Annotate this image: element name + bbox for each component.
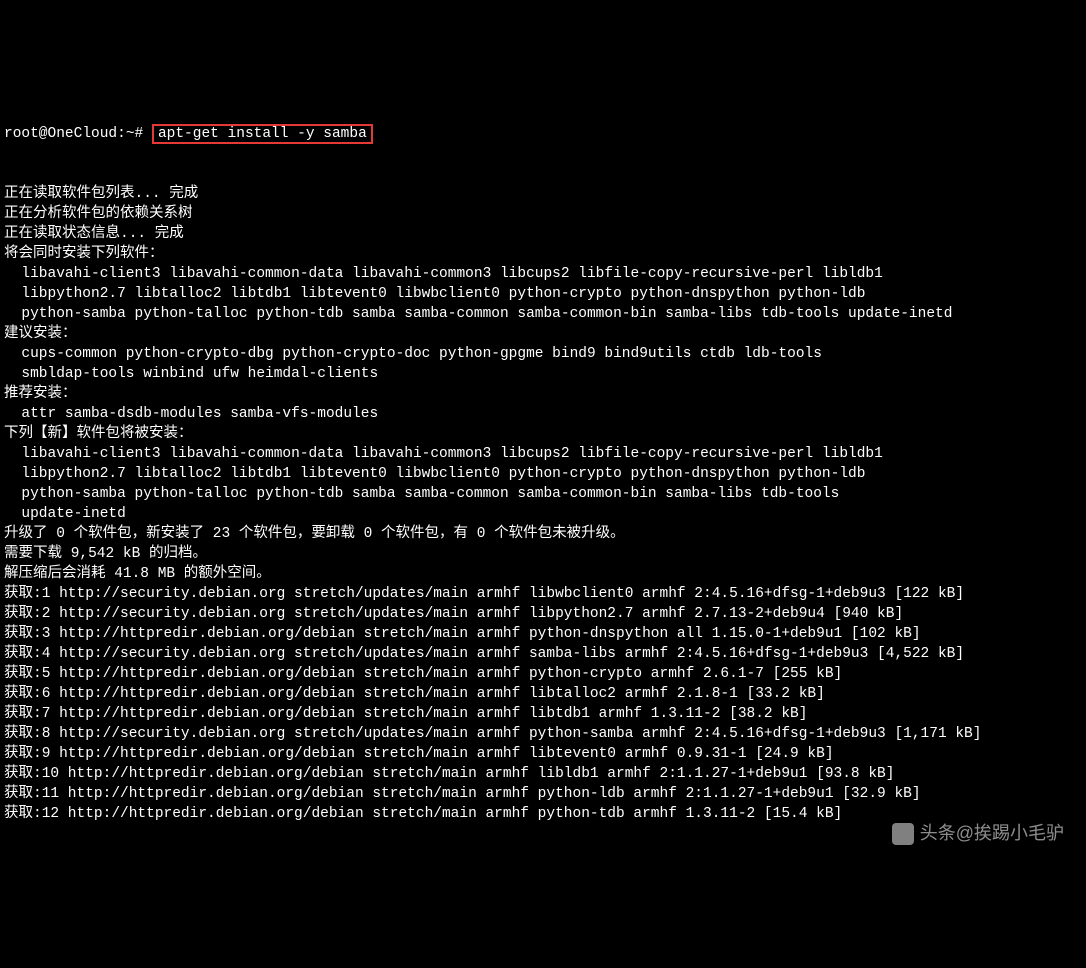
output-line: 获取:3 http://httpredir.debian.org/debian …: [4, 624, 1082, 644]
output-line: 获取:8 http://security.debian.org stretch/…: [4, 724, 1082, 744]
output-line: libpython2.7 libtalloc2 libtdb1 libteven…: [4, 464, 1082, 484]
output-line: 解压缩后会消耗 41.8 MB 的额外空间。: [4, 564, 1082, 584]
output-line: 获取:2 http://security.debian.org stretch/…: [4, 604, 1082, 624]
command-text: apt-get install -y samba: [158, 126, 367, 142]
terminal-output: 正在读取软件包列表... 完成正在分析软件包的依赖关系树正在读取状态信息... …: [4, 184, 1082, 824]
output-line: 获取:5 http://httpredir.debian.org/debian …: [4, 664, 1082, 684]
output-line: 下列【新】软件包将被安装：: [4, 424, 1082, 444]
output-line: 获取:1 http://security.debian.org stretch/…: [4, 584, 1082, 604]
output-line: 获取:9 http://httpredir.debian.org/debian …: [4, 744, 1082, 764]
output-line: smbldap-tools winbind ufw heimdal-client…: [4, 364, 1082, 384]
command-line: root@OneCloud:~# apt-get install -y samb…: [4, 124, 1082, 144]
output-line: libavahi-client3 libavahi-common-data li…: [4, 264, 1082, 284]
output-line: python-samba python-talloc python-tdb sa…: [4, 304, 1082, 324]
shell-prompt: root@OneCloud:~#: [4, 126, 152, 142]
output-line: 需要下载 9,542 kB 的归档。: [4, 544, 1082, 564]
output-line: 正在读取软件包列表... 完成: [4, 184, 1082, 204]
output-line: cups-common python-crypto-dbg python-cry…: [4, 344, 1082, 364]
output-line: 推荐安装：: [4, 384, 1082, 404]
watermark-icon: [892, 823, 914, 845]
highlighted-command: apt-get install -y samba: [152, 124, 373, 144]
output-line: 获取:10 http://httpredir.debian.org/debian…: [4, 764, 1082, 784]
output-line: 获取:11 http://httpredir.debian.org/debian…: [4, 784, 1082, 804]
output-line: attr samba-dsdb-modules samba-vfs-module…: [4, 404, 1082, 424]
watermark-text: 头条@挨踢小毛驴: [920, 821, 1064, 846]
output-line: python-samba python-talloc python-tdb sa…: [4, 484, 1082, 504]
terminal[interactable]: root@OneCloud:~# apt-get install -y samb…: [4, 84, 1082, 864]
output-line: 升级了 0 个软件包，新安装了 23 个软件包，要卸载 0 个软件包，有 0 个…: [4, 524, 1082, 544]
watermark: 头条@挨踢小毛驴: [892, 821, 1064, 846]
output-line: 获取:12 http://httpredir.debian.org/debian…: [4, 804, 1082, 824]
output-line: 将会同时安装下列软件：: [4, 244, 1082, 264]
output-line: 建议安装：: [4, 324, 1082, 344]
output-line: update-inetd: [4, 504, 1082, 524]
output-line: libpython2.7 libtalloc2 libtdb1 libteven…: [4, 284, 1082, 304]
output-line: 获取:4 http://security.debian.org stretch/…: [4, 644, 1082, 664]
output-line: 获取:7 http://httpredir.debian.org/debian …: [4, 704, 1082, 724]
output-line: 正在读取状态信息... 完成: [4, 224, 1082, 244]
output-line: 正在分析软件包的依赖关系树: [4, 204, 1082, 224]
output-line: libavahi-client3 libavahi-common-data li…: [4, 444, 1082, 464]
output-line: 获取:6 http://httpredir.debian.org/debian …: [4, 684, 1082, 704]
